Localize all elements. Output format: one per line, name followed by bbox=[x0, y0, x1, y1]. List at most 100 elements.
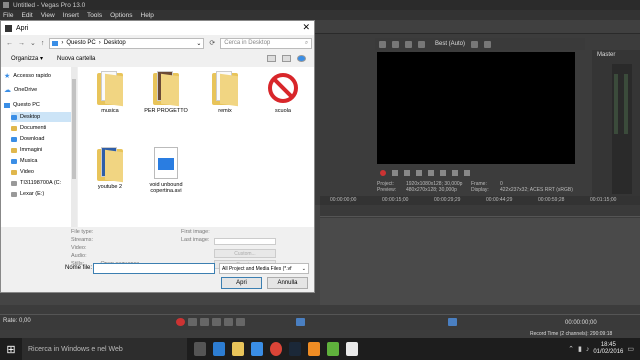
snap-icon[interactable] bbox=[448, 318, 457, 326]
ruler-label-0: 00:00:00;00 bbox=[330, 197, 357, 203]
menu-options[interactable]: Options bbox=[110, 12, 132, 19]
vegas-taskbar-icon[interactable] bbox=[346, 342, 358, 356]
camtasia-icon[interactable] bbox=[327, 342, 339, 356]
snapshot-icon[interactable] bbox=[471, 40, 479, 48]
chrome-icon[interactable] bbox=[270, 342, 282, 356]
menu-view[interactable]: View bbox=[41, 12, 55, 19]
transport-pause-icon[interactable] bbox=[224, 318, 233, 326]
record-icon[interactable] bbox=[380, 170, 386, 176]
task-view-icon[interactable] bbox=[194, 342, 206, 356]
nav-music[interactable]: Musica bbox=[11, 156, 79, 166]
menu-insert[interactable]: Insert bbox=[63, 12, 79, 19]
close-icon[interactable]: ✕ bbox=[302, 22, 310, 33]
search-placeholder: Cerca in Desktop bbox=[224, 40, 271, 46]
play-icon[interactable] bbox=[416, 170, 422, 176]
preview-settings-icon[interactable] bbox=[379, 40, 386, 48]
timeline[interactable] bbox=[320, 218, 640, 305]
transport-play-start-icon[interactable] bbox=[200, 318, 209, 326]
clock[interactable]: 18:45 01/02/2016 bbox=[593, 342, 623, 356]
forward-icon[interactable]: → bbox=[18, 40, 25, 47]
menu-file[interactable]: File bbox=[3, 12, 13, 19]
preview-value: 480x270x128; 30,000p bbox=[406, 187, 457, 193]
new-folder-button[interactable]: Nuova cartella bbox=[57, 56, 95, 62]
nav-desktop[interactable]: Desktop bbox=[11, 112, 71, 122]
file-name-label: Nome file: bbox=[65, 265, 93, 271]
nav-drive-e[interactable]: Lexar (E:) bbox=[11, 189, 79, 199]
file-item-scuola[interactable]: scuola bbox=[258, 71, 308, 114]
recent-dropdown-icon[interactable]: ⌄ bbox=[30, 39, 36, 47]
custom-button: Custom... bbox=[214, 249, 276, 258]
preview-split-icon[interactable] bbox=[405, 40, 412, 48]
breadcrumb-this-pc[interactable]: Questo PC bbox=[66, 40, 95, 46]
vlc-icon[interactable] bbox=[308, 342, 320, 356]
timeline-ruler[interactable] bbox=[320, 205, 640, 217]
network-icon[interactable]: ▮ bbox=[578, 345, 582, 353]
view-options-icon[interactable] bbox=[267, 55, 276, 62]
master-meter bbox=[612, 64, 632, 194]
menu-edit[interactable]: Edit bbox=[21, 12, 32, 19]
nav-video[interactable]: Video bbox=[11, 167, 79, 177]
star-icon: ★ bbox=[4, 73, 11, 80]
dialog-title: Apri bbox=[16, 24, 29, 32]
nav-onedrive[interactable]: ☁ OneDrive bbox=[4, 85, 72, 95]
nav-documents[interactable]: Documenti bbox=[11, 123, 79, 133]
search-input[interactable]: Cerca in Desktop ⌕ bbox=[220, 37, 313, 49]
preview-pane-icon[interactable] bbox=[282, 55, 291, 62]
play-from-start-icon[interactable] bbox=[404, 170, 410, 176]
file-item-void-unbound[interactable]: void unbound copertina.avi bbox=[141, 147, 191, 194]
nav-download[interactable]: Download bbox=[11, 134, 79, 144]
pause-icon[interactable] bbox=[428, 170, 434, 176]
volume-icon[interactable]: ♪ bbox=[586, 346, 590, 353]
go-start-icon[interactable] bbox=[452, 170, 458, 176]
preview-quality-select[interactable]: Best (Auto) bbox=[435, 41, 465, 47]
nav-this-pc[interactable]: Questo PC bbox=[4, 100, 72, 110]
stop-icon[interactable] bbox=[440, 170, 446, 176]
up-icon[interactable]: ↑ bbox=[41, 40, 45, 47]
menu-help[interactable]: Help bbox=[141, 12, 154, 19]
file-name-input[interactable] bbox=[93, 263, 215, 274]
chevron-up-icon[interactable]: ⌃ bbox=[568, 345, 574, 353]
transport-stop-icon[interactable] bbox=[236, 318, 245, 326]
edit-tool-icon[interactable] bbox=[296, 318, 305, 326]
cancel-button[interactable]: Annulla bbox=[267, 277, 308, 289]
transport-play-icon[interactable] bbox=[212, 318, 221, 326]
taskbar-search[interactable]: Ricerca in Windows e nel Web bbox=[22, 338, 187, 360]
notifications-icon[interactable]: ▭ bbox=[627, 345, 634, 353]
file-item-per-progetto[interactable]: PER PROGETTO bbox=[141, 71, 191, 114]
ruler-label-3: 00:00:44;29 bbox=[486, 197, 513, 203]
menu-tools[interactable]: Tools bbox=[87, 12, 102, 19]
preview-device-icon[interactable] bbox=[392, 40, 399, 48]
store-icon[interactable] bbox=[251, 342, 263, 356]
explorer-icon[interactable] bbox=[232, 342, 244, 356]
address-bar[interactable]: › Questo PC › Desktop ⌄ bbox=[49, 37, 205, 49]
windows-start-icon[interactable]: ⊞ bbox=[0, 338, 22, 360]
organize-button[interactable]: Organizza ▾ bbox=[11, 55, 43, 62]
nav-drive-c[interactable]: TI31198700A (C: bbox=[11, 178, 79, 188]
file-list: musica PER PROGETTO remix scuola youtube… bbox=[78, 67, 314, 227]
help-icon[interactable] bbox=[297, 55, 306, 62]
streams-label: Streams: bbox=[71, 237, 94, 243]
file-item-musica[interactable]: musica bbox=[85, 71, 135, 114]
file-item-remix[interactable]: remix bbox=[200, 71, 250, 114]
transport-record-icon[interactable] bbox=[176, 318, 185, 326]
breadcrumb-desktop[interactable]: Desktop bbox=[104, 40, 126, 46]
file-item-youtube-2[interactable]: youtube 2 bbox=[85, 147, 135, 190]
folder-icon bbox=[212, 71, 238, 107]
nav-pictures[interactable]: Immagini bbox=[11, 145, 79, 155]
loop-icon[interactable] bbox=[392, 170, 398, 176]
meter-right bbox=[624, 74, 628, 134]
open-button[interactable]: Apri bbox=[221, 277, 262, 289]
back-icon[interactable]: ← bbox=[6, 40, 13, 47]
nav-scrollbar-thumb[interactable] bbox=[72, 79, 76, 179]
steam-icon[interactable] bbox=[289, 342, 301, 356]
preview-overlay-icon[interactable] bbox=[418, 40, 425, 48]
transport-loop-icon[interactable] bbox=[188, 318, 197, 326]
refresh-icon[interactable]: ⟳ bbox=[209, 39, 215, 47]
edge-icon[interactable] bbox=[213, 342, 225, 356]
ruler-label-4: 00:00:59;28 bbox=[538, 197, 565, 203]
copy-snapshot-icon[interactable] bbox=[484, 40, 492, 48]
address-dropdown-icon[interactable]: ⌄ bbox=[196, 40, 201, 47]
nav-quick-access[interactable]: ★ Accesso rapido bbox=[4, 71, 72, 81]
file-type-select[interactable]: All Project and Media Files (*.vf ⌄ bbox=[219, 263, 309, 274]
go-end-icon[interactable] bbox=[464, 170, 470, 176]
